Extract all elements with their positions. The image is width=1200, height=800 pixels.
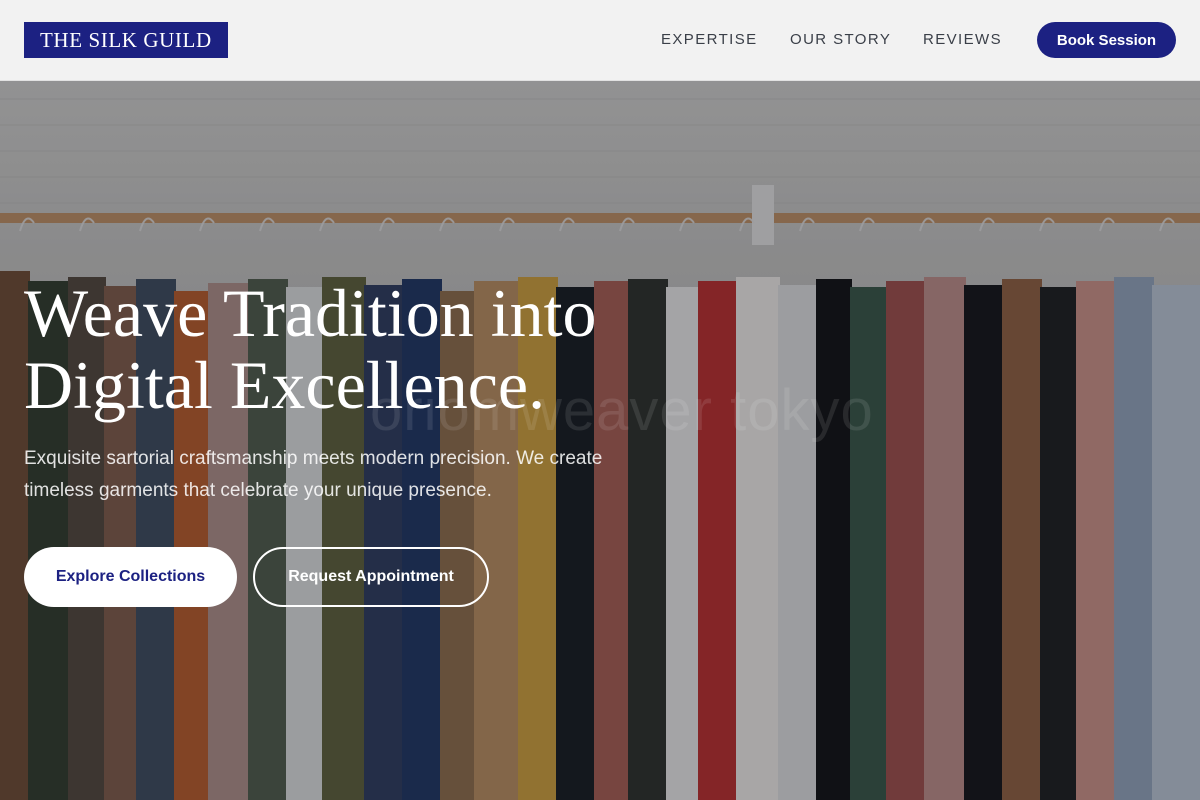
hero-title-line-2: Digital Excellence. — [24, 347, 546, 423]
nav-link-expertise[interactable]: EXPERTISE — [661, 30, 758, 50]
hero-subtitle: Exquisite sartorial craftsmanship meets … — [24, 443, 704, 507]
hero-subtitle-line-1: Exquisite sartorial craftsmanship meets … — [24, 448, 603, 469]
explore-collections-button[interactable]: Explore Collections — [24, 547, 237, 607]
hero-title: Weave Tradition into Digital Excellence. — [24, 277, 764, 421]
site-header: THE SILK GUILD EXPERTISE OUR STORY REVIE… — [0, 0, 1200, 81]
request-appointment-button[interactable]: Request Appointment — [253, 547, 489, 607]
hero-subtitle-line-2: timeless garments that celebrate your un… — [24, 480, 492, 501]
nav-link-reviews[interactable]: REVIEWS — [923, 30, 1002, 50]
nav-link-our-story[interactable]: OUR STORY — [790, 30, 891, 50]
hero-section: oriomweaver tokyo Weave Tradition into D… — [0, 81, 1200, 800]
hero-title-line-1: Weave Tradition into — [24, 275, 597, 351]
book-session-button[interactable]: Book Session — [1037, 22, 1176, 58]
main-nav: EXPERTISE OUR STORY REVIEWS — [0, 30, 1200, 50]
